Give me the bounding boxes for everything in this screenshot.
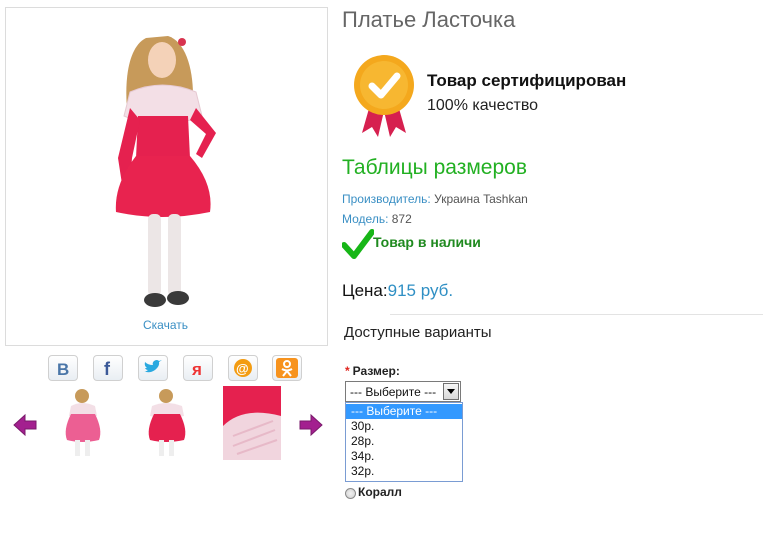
- size-option[interactable]: --- Выберите ---: [346, 404, 462, 419]
- product-title: Платье Ласточка: [342, 7, 516, 32]
- color-radio-coral[interactable]: [345, 488, 356, 499]
- size-option[interactable]: 28р.: [346, 434, 462, 449]
- thumbnail-1[interactable]: [55, 386, 113, 460]
- size-table-link[interactable]: Таблицы размеров: [342, 156, 527, 180]
- facebook-icon: f: [104, 359, 111, 379]
- mailru-share-button[interactable]: @: [228, 355, 258, 381]
- main-product-image[interactable]: [5, 7, 328, 346]
- thumbnail-3-image: [223, 386, 281, 460]
- stock-status: Товар в наличи: [373, 234, 481, 250]
- svg-text:@: @: [236, 361, 249, 376]
- certified-badge-icon: [354, 55, 414, 137]
- price-label: Цена:: [342, 281, 388, 300]
- facebook-share-button[interactable]: f: [93, 355, 123, 381]
- dropdown-button[interactable]: [443, 383, 459, 400]
- color-option-label: Коралл: [358, 485, 402, 499]
- model-label: Модель:: [342, 212, 389, 226]
- price-row: Цена:915 руб.: [342, 281, 453, 301]
- thumbnail-1-image: [65, 389, 101, 456]
- price-value: 915 руб.: [387, 281, 454, 300]
- manufacturer-value: Украина Tashkan: [434, 192, 528, 206]
- size-field-label: * Размер:: [345, 364, 400, 378]
- size-select[interactable]: --- Выберите ---: [345, 381, 461, 402]
- yaru-icon: я: [191, 360, 202, 379]
- manufacturer-label[interactable]: Производитель:: [342, 192, 431, 206]
- thumbnail-2[interactable]: [138, 386, 196, 460]
- manufacturer-row: Производитель: Украина Tashkan: [342, 192, 528, 206]
- size-option[interactable]: 34р.: [346, 449, 462, 464]
- svg-text:B: B: [57, 360, 69, 379]
- variants-heading: Доступные варианты: [344, 324, 492, 341]
- yaru-share-button[interactable]: я: [183, 355, 213, 381]
- product-photo: [115, 36, 216, 307]
- thumbnail-2-image: [148, 389, 186, 456]
- checkmark-icon: [342, 229, 374, 259]
- twitter-share-button[interactable]: [138, 355, 168, 381]
- thumbnail-3[interactable]: [223, 386, 281, 460]
- size-option[interactable]: 32р.: [346, 464, 462, 479]
- twitter-icon: [144, 360, 162, 373]
- vk-share-button[interactable]: B: [48, 355, 78, 381]
- divider: [390, 314, 763, 315]
- odnoklassniki-share-button[interactable]: [272, 355, 302, 381]
- mailru-icon: @: [234, 359, 252, 377]
- vk-icon: B: [57, 360, 69, 379]
- prev-arrow-icon[interactable]: [12, 413, 38, 437]
- size-select-value: --- Выберите ---: [350, 385, 437, 399]
- chevron-down-icon: [447, 389, 455, 394]
- download-link[interactable]: Скачать: [5, 318, 326, 332]
- model-row: Модель: 872: [342, 212, 412, 226]
- next-arrow-icon[interactable]: [298, 413, 324, 437]
- size-option[interactable]: 30р.: [346, 419, 462, 434]
- size-dropdown-list: --- Выберите --- 30р. 28р. 34р. 32р.: [345, 402, 463, 482]
- size-label-text: Размер:: [352, 364, 400, 378]
- odnoklassniki-icon: [276, 358, 298, 378]
- svg-text:я: я: [191, 360, 202, 379]
- certificate-subtitle: 100% качество: [427, 97, 539, 114]
- certificate-title: Товар сертифицирован: [427, 71, 627, 90]
- svg-text:f: f: [104, 359, 111, 379]
- required-mark: *: [345, 364, 350, 378]
- model-value: 872: [391, 212, 412, 226]
